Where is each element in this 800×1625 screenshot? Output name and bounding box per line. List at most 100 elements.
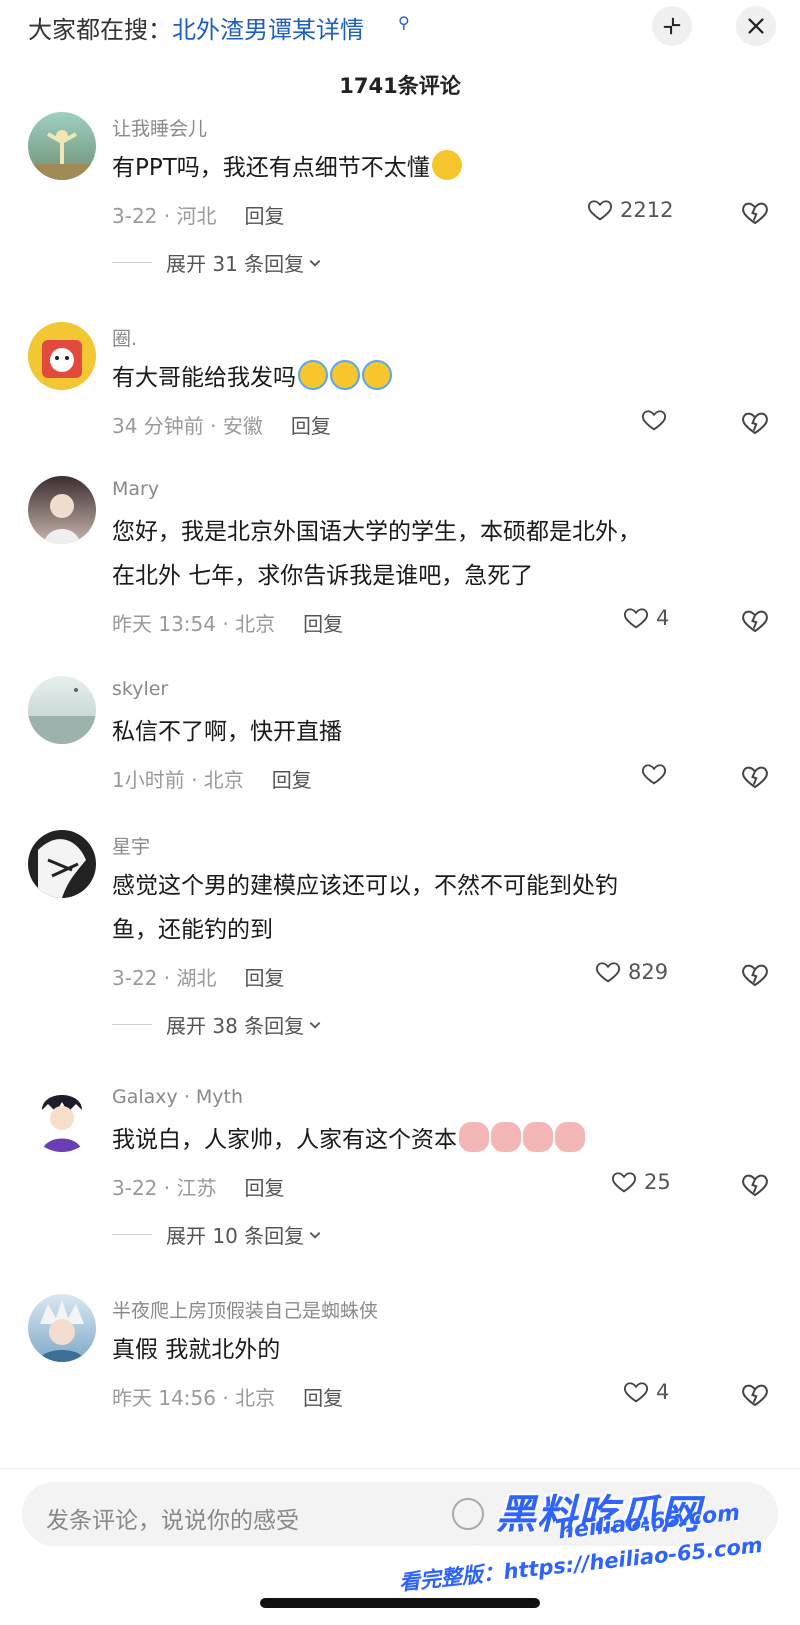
expand-replies-button[interactable]: 展开 38 条回复 xyxy=(112,1010,322,1039)
avatar-image xyxy=(42,1095,82,1152)
comment-count-title: 1741条评论 xyxy=(339,74,461,98)
comment-time-location: 3-22 · 江苏 xyxy=(112,1176,217,1200)
avatar[interactable] xyxy=(28,322,96,390)
reply-button[interactable]: 回复 xyxy=(244,1176,284,1200)
dislike-heart-icon[interactable] xyxy=(740,762,770,792)
crying-emoji-icon xyxy=(330,360,360,390)
comment-meta: 34 分钟前 · 安徽 回复 xyxy=(112,410,331,439)
expand-replies-button[interactable]: 展开 10 条回复 xyxy=(112,1220,322,1249)
comment-username[interactable]: skyler xyxy=(112,678,168,700)
pig-emoji-icon xyxy=(459,1122,489,1152)
comment-text-line: 有PPT吗，我还有点细节不太懂 xyxy=(112,155,430,181)
like-count: 4 xyxy=(656,606,670,630)
heart-icon xyxy=(641,410,667,431)
dislike-heart-icon[interactable] xyxy=(740,198,770,228)
comment-username[interactable]: Mary xyxy=(112,478,159,500)
comment-meta: 昨天 14:56 · 北京 回复 xyxy=(112,1382,343,1411)
comment-username[interactable]: 星宇 xyxy=(112,832,150,859)
comment-text: 真假 我就北外的 xyxy=(112,1328,280,1372)
like-button[interactable]: 2212 xyxy=(586,196,673,224)
comment-meta: 昨天 13:54 · 北京 回复 xyxy=(112,608,343,637)
dislike-heart-icon[interactable] xyxy=(740,960,770,990)
pig-emoji-icon xyxy=(555,1122,585,1152)
like-button[interactable]: 25 xyxy=(610,1168,671,1196)
comment-text: 感觉这个男的建模应该还可以，不然不可能到处钓 鱼，还能钓的到 xyxy=(112,864,618,952)
home-indicator[interactable] xyxy=(260,1598,540,1608)
collapse-button[interactable] xyxy=(652,6,692,46)
avatar[interactable] xyxy=(28,1294,96,1362)
search-term-link[interactable]: 北外渣男谭某详情 xyxy=(172,16,364,44)
watermark: 黑料吃瓜网 heiliao-65.com 看完整版：https://heilia… xyxy=(398,1478,798,1618)
comment-username[interactable]: 让我睡会儿 xyxy=(112,114,207,141)
expand-divider xyxy=(112,1234,152,1235)
like-count: 829 xyxy=(628,960,669,984)
like-button[interactable]: 829 xyxy=(594,958,668,986)
avatar[interactable] xyxy=(28,830,96,898)
reply-button[interactable]: 回复 xyxy=(291,414,331,438)
comment-text: 有大哥能给我发吗 xyxy=(112,356,392,400)
pig-emoji-icon xyxy=(523,1122,553,1152)
expand-divider xyxy=(112,1024,152,1025)
chevron-down-icon xyxy=(309,1021,321,1029)
search-suggestion-bar[interactable]: 大家都在搜：北外渣男谭某详情 ⚲ xyxy=(0,0,800,50)
reply-button[interactable]: 回复 xyxy=(244,966,284,990)
comment-text-line: 您好，我是北京外国语大学的学生，本硕都是北外， xyxy=(112,519,641,545)
avatar-image xyxy=(28,130,96,180)
like-count: 25 xyxy=(644,1170,671,1194)
search-icon: ⚲ xyxy=(398,13,410,32)
like-button[interactable] xyxy=(640,406,674,434)
comment-text: 您好，我是北京外国语大学的学生，本硕都是北外， 在北外 七年，求你告诉我是谁吧，… xyxy=(112,510,641,598)
comment-text-line: 私信不了啊，快开直播 xyxy=(112,719,342,745)
comment-time-location: 34 分钟前 · 安徽 xyxy=(112,414,263,438)
comment-text-line: 真假 我就北外的 xyxy=(112,1337,281,1363)
comment-username[interactable]: 半夜爬上房顶假装自己是蜘蛛侠 xyxy=(112,1296,378,1323)
like-count: 2212 xyxy=(620,198,674,222)
avatar[interactable] xyxy=(28,112,96,180)
comment-text-line: 在北外 七年，求你告诉我是谁吧，急死了 xyxy=(112,563,534,589)
reply-button[interactable]: 回复 xyxy=(303,1386,343,1410)
expand-replies-label: 展开 10 条回复 xyxy=(166,1224,305,1248)
heart-icon xyxy=(595,962,621,983)
comment-username[interactable]: Galaxy · Myth xyxy=(112,1086,243,1108)
avatar-image xyxy=(42,340,82,378)
dislike-heart-icon[interactable] xyxy=(740,408,770,438)
close-button[interactable] xyxy=(736,6,776,46)
reply-button[interactable]: 回复 xyxy=(303,612,343,636)
search-suggestion[interactable]: 大家都在搜：北外渣男谭某详情 xyxy=(28,10,364,45)
comment-time-location: 1小时前 · 北京 xyxy=(112,768,244,792)
input-divider xyxy=(0,1468,800,1469)
comment-username[interactable]: 圈. xyxy=(112,324,137,351)
comment-meta: 3-22 · 江苏 回复 xyxy=(112,1172,284,1201)
comment-text: 我说白，人家帅，人家有这个资本 xyxy=(112,1118,585,1162)
dislike-heart-icon[interactable] xyxy=(740,1170,770,1200)
reply-button[interactable]: 回复 xyxy=(272,768,312,792)
expand-replies-button[interactable]: 展开 31 条回复 xyxy=(112,248,322,277)
avatar[interactable] xyxy=(28,1084,96,1152)
avatar-image xyxy=(38,839,86,898)
expand-replies-label: 展开 31 条回复 xyxy=(166,252,305,276)
comment-text: 私信不了啊，快开直播 xyxy=(112,710,342,754)
comment-text-line: 感觉这个男的建模应该还可以，不然不可能到处钓 xyxy=(112,873,618,899)
avatar-image xyxy=(28,688,96,744)
like-button[interactable]: 4 xyxy=(622,1378,669,1406)
comment-time-location: 3-22 · 湖北 xyxy=(112,966,217,990)
heart-icon xyxy=(641,764,667,785)
dislike-heart-icon[interactable] xyxy=(740,1380,770,1410)
comment-time-location: 昨天 13:54 · 北京 xyxy=(112,612,276,636)
comment-time-location: 3-22 · 河北 xyxy=(112,204,217,228)
heart-icon xyxy=(587,200,613,221)
avatar-image xyxy=(38,1300,86,1362)
comment-text-line: 我说白，人家帅，人家有这个资本 xyxy=(112,1127,457,1153)
avatar[interactable] xyxy=(28,476,96,544)
dislike-heart-icon[interactable] xyxy=(740,606,770,636)
like-button[interactable]: 4 xyxy=(622,604,669,632)
comment-meta: 1小时前 · 北京 回复 xyxy=(112,764,312,793)
like-button[interactable] xyxy=(640,760,674,788)
reply-button[interactable]: 回复 xyxy=(244,204,284,228)
comment-text-line: 有大哥能给我发吗 xyxy=(112,365,296,391)
avatar[interactable] xyxy=(28,676,96,744)
comment-input-placeholder: 发条评论，说说你的感受 xyxy=(46,1508,299,1534)
comment-meta: 3-22 · 河北 回复 xyxy=(112,200,284,229)
comment-text: 有PPT吗，我还有点细节不太懂 xyxy=(112,146,462,190)
search-prefix-label: 大家都在搜： xyxy=(28,16,172,44)
